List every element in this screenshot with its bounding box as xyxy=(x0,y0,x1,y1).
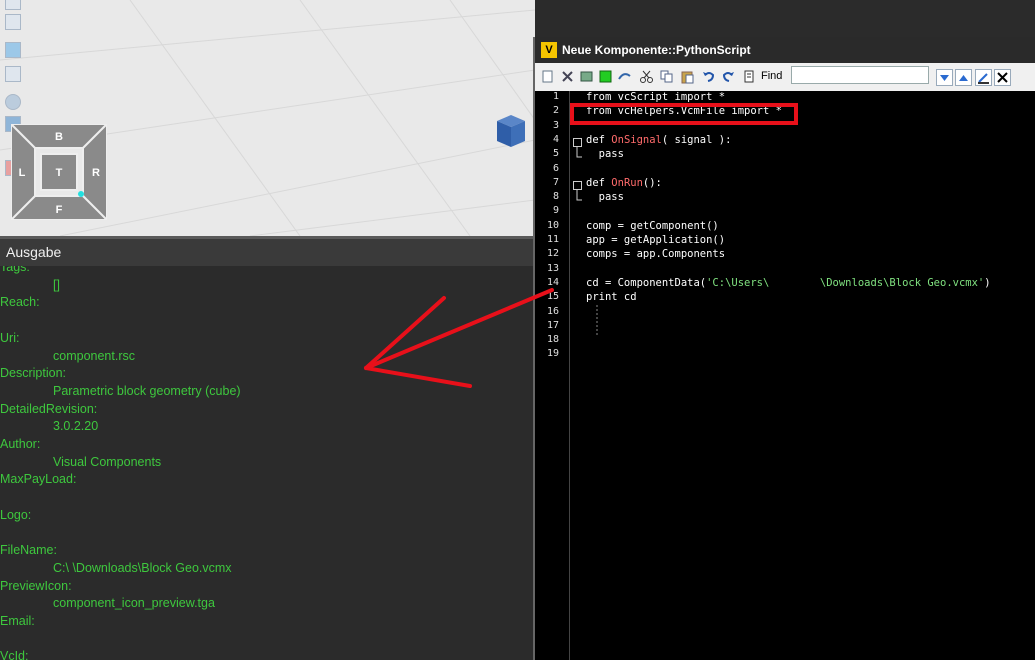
output-property-value: component_icon_preview.tga xyxy=(53,596,215,611)
code-line[interactable]: print cd xyxy=(586,291,637,303)
output-property-key: Description: xyxy=(0,366,66,381)
line-number: 8 xyxy=(552,191,559,203)
compile-icon[interactable] xyxy=(579,69,594,84)
highlight-annotation-box xyxy=(570,103,798,125)
export-icon[interactable] xyxy=(617,69,632,84)
output-property-key: Tags: xyxy=(0,266,30,274)
navcube-top[interactable]: B xyxy=(55,131,63,143)
output-property-value: C:\ \Downloads\Block Geo.vcmx xyxy=(53,560,232,575)
line-number: 12 xyxy=(546,248,559,260)
find-previous-icon[interactable] xyxy=(955,69,972,86)
output-property-key: DetailedRevision: xyxy=(0,401,98,416)
code-line[interactable]: comps = app.Components xyxy=(586,248,725,260)
line-number: 10 xyxy=(546,219,559,231)
layout-icon[interactable] xyxy=(5,42,21,58)
output-property-key: Author: xyxy=(0,437,41,451)
navcube-center[interactable]: T xyxy=(56,167,63,179)
code-line[interactable]: pass xyxy=(586,191,624,203)
redo-icon[interactable] xyxy=(721,69,736,84)
close-find-icon[interactable] xyxy=(994,69,1011,86)
script-window-titlebar[interactable]: V Neue Komponente::PythonScript xyxy=(535,37,1035,63)
output-content[interactable]: Tags: [] Reach: Uri: component.rsc Descriptio… xyxy=(0,266,535,660)
output-property-key: Email: xyxy=(0,614,35,628)
render-mode-icon[interactable] xyxy=(5,94,21,110)
highlight-icon[interactable] xyxy=(975,69,992,86)
undo-icon[interactable] xyxy=(701,69,716,84)
code-line[interactable]: app = getApplication() xyxy=(586,234,725,246)
code-line[interactable]: def OnSignal( signal ): xyxy=(586,134,731,146)
cut-icon[interactable] xyxy=(639,69,654,84)
output-property-key: VcId: xyxy=(0,649,29,660)
output-panel: Ausgabe Tags: [] Reach: Uri: component.rsc De… xyxy=(0,236,535,660)
navigation-cube[interactable]: B L T R F xyxy=(11,124,107,220)
code-line[interactable]: pass xyxy=(586,148,624,160)
output-property-value: component.rsc xyxy=(53,348,135,363)
paste-icon[interactable] xyxy=(680,69,695,84)
run-icon[interactable] xyxy=(560,69,575,84)
output-property-key: Logo: xyxy=(0,507,32,522)
line-number: 19 xyxy=(546,348,559,360)
line-number: 9 xyxy=(552,205,559,217)
line-number: 16 xyxy=(546,305,559,317)
code-line[interactable]: comp = getComponent() xyxy=(586,220,719,232)
app-logo-icon: V xyxy=(541,42,557,58)
output-property-key: Uri: xyxy=(0,330,20,345)
output-property-key: MaxPayLoad: xyxy=(0,472,77,487)
fit-view-icon[interactable] xyxy=(5,14,21,30)
line-number: 14 xyxy=(546,276,559,288)
output-property-value: Visual Components xyxy=(53,454,162,469)
output-panel-title: Ausgabe xyxy=(0,239,535,266)
navcube-left[interactable]: L xyxy=(19,167,26,179)
line-number: 5 xyxy=(552,148,559,160)
line-number: 15 xyxy=(546,291,559,303)
line-number: 18 xyxy=(546,334,559,346)
save-icon[interactable] xyxy=(598,69,613,84)
output-property-value: 3.0.2.20 xyxy=(53,419,99,434)
python-script-window[interactable]: V Neue Komponente::PythonScript Find 123… xyxy=(533,37,1035,660)
line-number: 4 xyxy=(552,133,559,145)
new-icon[interactable] xyxy=(540,69,555,84)
code-line[interactable]: cd = ComponentData('C:\Users\ \Downloads… xyxy=(586,277,991,289)
output-property-key: Reach: xyxy=(0,295,40,310)
script-toolbar: Find xyxy=(535,63,1035,92)
line-number: 1 xyxy=(552,91,559,102)
output-property-key: PreviewIcon: xyxy=(0,578,72,593)
line-number-gutter: 1 2 3 4 5 6 7 8 9 10 11 12 13 14 15 16 17 18 19 xyxy=(537,91,570,660)
navcube-bottom[interactable]: F xyxy=(56,204,63,216)
fold-guides xyxy=(576,147,598,336)
line-number: 3 xyxy=(552,119,559,131)
script-window-title: Neue Komponente::PythonScript xyxy=(562,43,751,57)
line-number: 7 xyxy=(552,176,559,188)
3d-viewport[interactable]: B L T R F xyxy=(0,0,535,236)
find-input[interactable] xyxy=(791,66,929,84)
find-label: Find xyxy=(761,70,783,82)
code-editor[interactable]: 1 2 3 4 5 6 7 8 9 10 11 12 13 14 15 16 17 18 19 from vcScr… xyxy=(535,91,1035,660)
code-area[interactable]: from vcScript import * from vcHelpers.Vcm… xyxy=(570,91,1035,660)
find-icon[interactable] xyxy=(742,69,757,84)
navcube-right[interactable]: R xyxy=(92,167,100,179)
code-line[interactable]: def OnRun(): xyxy=(586,177,662,189)
block-component[interactable] xyxy=(493,113,527,149)
output-property-value: Parametric block geometry (cube) xyxy=(53,383,241,398)
output-property-value: [] xyxy=(53,277,60,292)
find-next-icon[interactable] xyxy=(936,69,953,86)
output-property-key: FileName: xyxy=(0,543,57,558)
view-tool-icon[interactable] xyxy=(5,0,21,10)
line-number: 13 xyxy=(546,262,559,274)
line-number: 11 xyxy=(546,234,559,245)
box-view-icon[interactable] xyxy=(5,66,21,82)
code-line[interactable]: from vcScript import * xyxy=(586,91,725,103)
line-number: 6 xyxy=(552,162,559,174)
line-number: 2 xyxy=(552,105,559,117)
copy-icon[interactable] xyxy=(659,69,674,84)
line-number: 17 xyxy=(546,319,559,331)
